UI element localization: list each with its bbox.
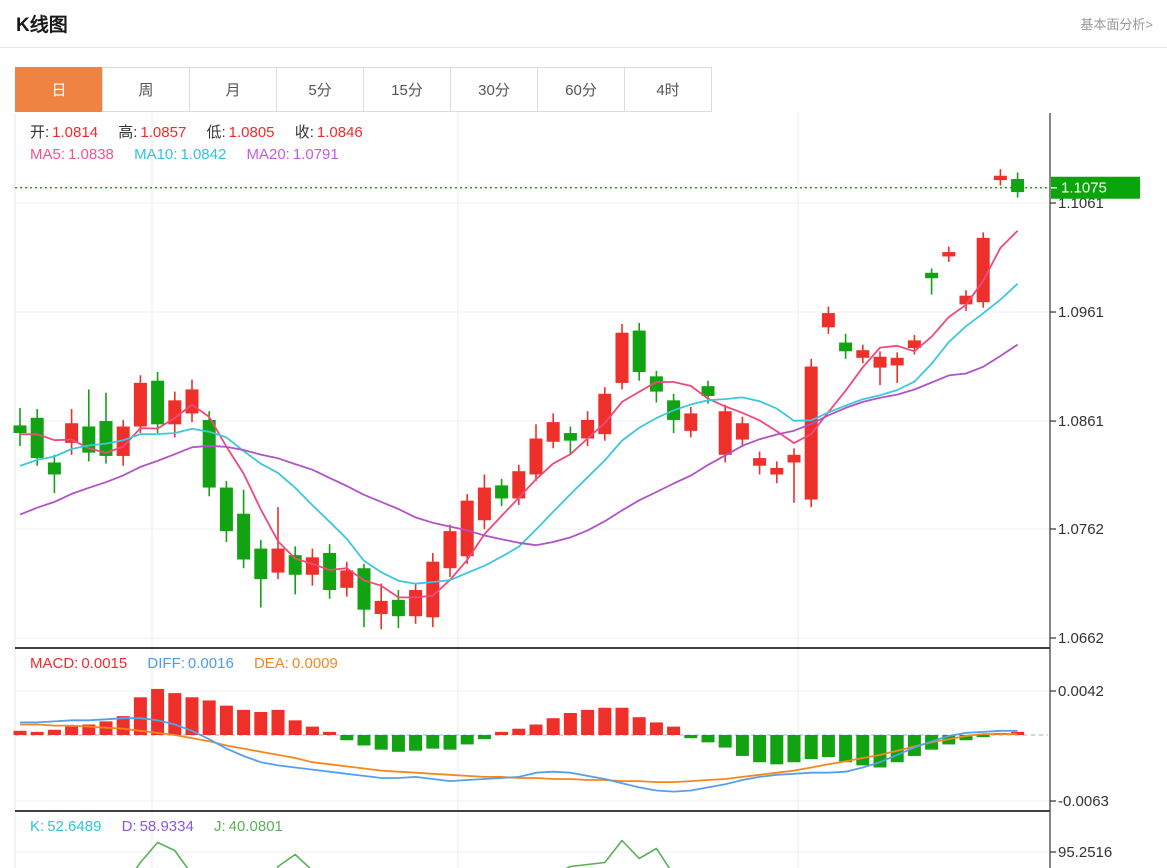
tab-30min[interactable]: 30分 [450, 67, 538, 112]
svg-text:95.2516: 95.2516 [1058, 844, 1112, 861]
close-label: 收: [294, 124, 314, 141]
ma20-label: MA20: [246, 146, 290, 163]
interval-tabs: 日 周 月 5分 15分 30分 60分 4时 [15, 67, 712, 112]
macd-value: 0.0015 [81, 655, 128, 672]
d-value: 58.9334 [139, 818, 194, 835]
ma10-label: MA10: [134, 146, 178, 163]
ma10-value: 1.0842 [180, 146, 227, 163]
ma20-value: 1.0791 [292, 146, 339, 163]
low-value: 1.0805 [228, 124, 275, 141]
ma-legend: MA5: 1.0838 MA10: 1.0842 MA20: 1.0791 [30, 146, 355, 163]
ohlc-legend: 开: 1.0814 高: 1.0857 低: 1.0805 收: 1.0846 [30, 121, 379, 142]
high-value: 1.0857 [140, 124, 187, 141]
tab-60min[interactable]: 60分 [537, 67, 625, 112]
svg-text:0.0042: 0.0042 [1058, 683, 1104, 700]
svg-text:1.0662: 1.0662 [1058, 630, 1104, 647]
j-value: 40.0801 [228, 818, 283, 835]
macd-legend: MACD: 0.0015 DIFF: 0.0016 DEA: 0.0009 [30, 655, 354, 672]
svg-text:-0.0063: -0.0063 [1058, 793, 1109, 810]
high-label: 高: [118, 124, 138, 141]
close-value: 1.0846 [316, 124, 363, 141]
j-label: J: [214, 818, 226, 835]
kdj-layer [135, 839, 671, 868]
tab-month[interactable]: 月 [189, 67, 277, 112]
open-label: 开: [30, 124, 50, 141]
tab-day[interactable]: 日 [15, 67, 103, 112]
tab-4hour[interactable]: 4时 [624, 67, 712, 112]
svg-text:1.0762: 1.0762 [1058, 521, 1104, 538]
tab-15min[interactable]: 15分 [363, 67, 451, 112]
tab-5min[interactable]: 5分 [276, 67, 364, 112]
diff-label: DIFF: [147, 655, 185, 672]
macd-label: MACD: [30, 655, 79, 672]
dea-label: DEA: [253, 655, 289, 672]
svg-text:1.1075: 1.1075 [1061, 180, 1107, 197]
ma5-value: 1.0838 [68, 146, 114, 163]
tab-week[interactable]: 周 [102, 67, 190, 112]
low-label: 低: [206, 124, 226, 141]
svg-text:1.0861: 1.0861 [1058, 413, 1104, 430]
svg-text:1.0961: 1.0961 [1058, 304, 1104, 321]
ma5-label: MA5: [30, 146, 66, 163]
axis-layer: 1.10611.09611.08611.07621.06620.0042-0.0… [15, 113, 1112, 868]
d-label: D: [121, 818, 137, 835]
current-price-badge: 1.1075 [1051, 176, 1140, 199]
diff-value: 0.0016 [187, 655, 234, 672]
k-value: 52.6489 [47, 818, 102, 835]
macd-layer [13, 688, 1025, 793]
dea-value: 0.0009 [291, 655, 338, 672]
open-value: 1.0814 [52, 124, 99, 141]
kdj-legend: K: 52.6489 D: 58.9334 J: 40.0801 [30, 818, 299, 835]
k-label: K: [30, 818, 45, 835]
